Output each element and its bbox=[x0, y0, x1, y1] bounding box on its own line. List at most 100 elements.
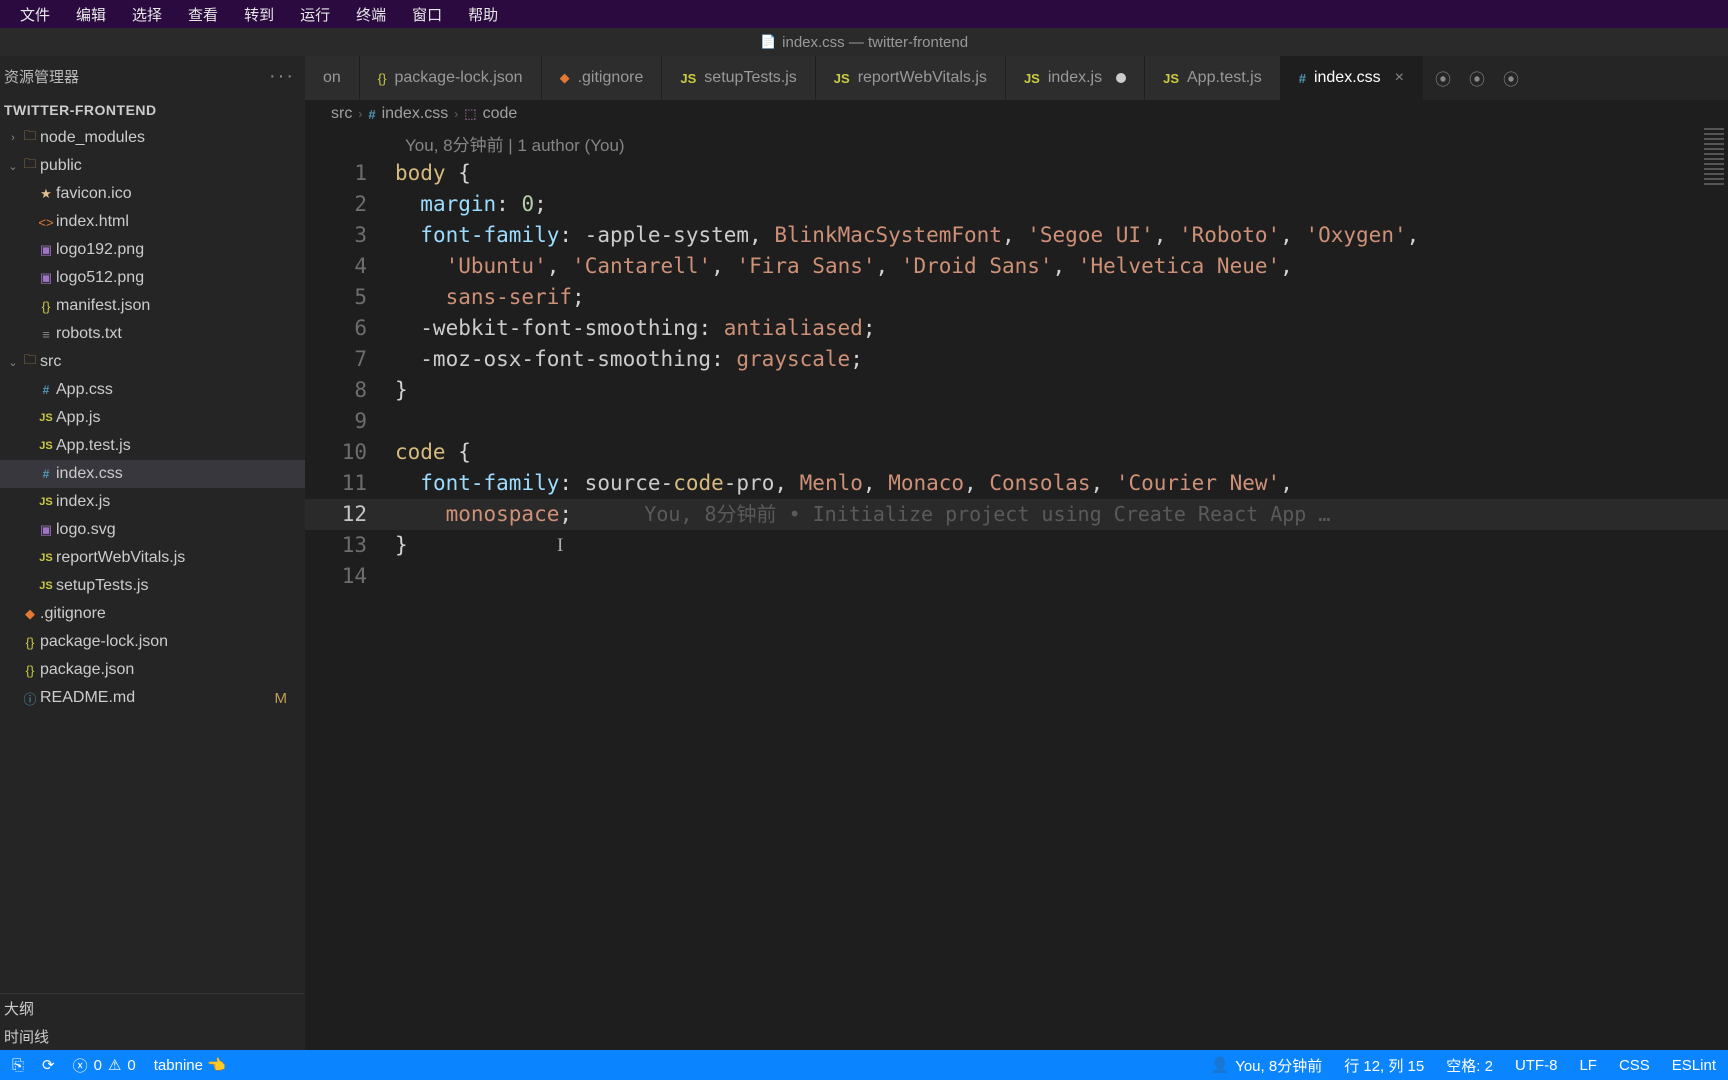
tree-item-app-test-js[interactable]: JSApp.test.js bbox=[0, 432, 305, 460]
tree-item-app-js[interactable]: JSApp.js bbox=[0, 404, 305, 432]
status-indent[interactable]: 空格: 2 bbox=[1446, 1055, 1493, 1076]
code-line[interactable]: 7 -moz-osx-font-smoothing: grayscale; bbox=[305, 344, 1728, 375]
code-line[interactable]: 1body { bbox=[305, 158, 1728, 189]
menu-view[interactable]: 查看 bbox=[176, 2, 230, 27]
code-line[interactable]: 14 bbox=[305, 561, 1728, 592]
code-line[interactable]: 5 sans-serif; bbox=[305, 282, 1728, 313]
code-line[interactable]: 8} bbox=[305, 375, 1728, 406]
tree-item-logo-svg[interactable]: ▣logo.svg bbox=[0, 516, 305, 544]
code-content[interactable]: monospace; You, 8分钟前 • Initialize projec… bbox=[395, 499, 1728, 530]
crumb-symbol[interactable]: code bbox=[483, 105, 518, 123]
code-content[interactable]: sans-serif; bbox=[395, 282, 1728, 313]
code-line[interactable]: 13}I bbox=[305, 530, 1728, 561]
menu-edit[interactable]: 编辑 bbox=[64, 2, 118, 27]
crumb-file[interactable]: index.css bbox=[382, 105, 449, 123]
status-remote[interactable]: ⎘ bbox=[12, 1057, 24, 1074]
person-icon: 👤 bbox=[1211, 1056, 1230, 1074]
crumb-src[interactable]: src bbox=[331, 105, 352, 123]
status-eslint[interactable]: ESLint bbox=[1672, 1057, 1716, 1074]
tree-item-readme-md[interactable]: ⓘREADME.mdM bbox=[0, 684, 305, 712]
tree-item-app-css[interactable]: #App.css bbox=[0, 376, 305, 404]
code-content[interactable]: }I bbox=[395, 530, 1728, 561]
outline-section[interactable]: 大纲 bbox=[0, 994, 305, 1022]
code-line[interactable]: 3 font-family: -apple-system, BlinkMacSy… bbox=[305, 220, 1728, 251]
tree-item-src[interactable]: ⌄🗀src bbox=[0, 348, 305, 376]
project-name[interactable]: TWITTER-FRONTEND bbox=[0, 96, 305, 124]
tab-setuptests-js[interactable]: JSsetupTests.js bbox=[662, 56, 815, 100]
code-content[interactable]: font-family: -apple-system, BlinkMacSyst… bbox=[395, 220, 1728, 251]
tree-item-reportwebvitals-js[interactable]: JSreportWebVitals.js bbox=[0, 544, 305, 572]
status-eol[interactable]: LF bbox=[1579, 1057, 1597, 1074]
txt-icon: ≡ bbox=[36, 327, 56, 342]
code-line[interactable]: 2 margin: 0; bbox=[305, 189, 1728, 220]
gitlens-action-icon[interactable]: ⦿ bbox=[1469, 66, 1485, 90]
code-content[interactable]: font-family: source-code-pro, Menlo, Mon… bbox=[395, 468, 1728, 499]
tree-item-node-modules[interactable]: ›🗀node_modules bbox=[0, 124, 305, 152]
gitlens-action-icon[interactable]: ⦿ bbox=[1435, 66, 1451, 90]
tab-package-lock-json[interactable]: {}package-lock.json bbox=[360, 56, 542, 100]
code-line[interactable]: 10code { bbox=[305, 437, 1728, 468]
gitlens-header[interactable]: You, 8分钟前 | 1 author (You) bbox=[305, 128, 1728, 158]
menu-help[interactable]: 帮助 bbox=[456, 2, 510, 27]
status-blame[interactable]: 👤 You, 8分钟前 bbox=[1211, 1055, 1323, 1076]
menu-selection[interactable]: 选择 bbox=[120, 2, 174, 27]
code-line[interactable]: 12 monospace; You, 8分钟前 • Initialize pro… bbox=[305, 499, 1728, 530]
close-icon[interactable]: × bbox=[1395, 69, 1404, 87]
code-editor[interactable]: 1body {2 margin: 0;3 font-family: -apple… bbox=[305, 158, 1728, 592]
tree-item-index-css[interactable]: #index.css bbox=[0, 460, 305, 488]
tree-item-favicon-ico[interactable]: ★favicon.ico bbox=[0, 180, 305, 208]
menu-file[interactable]: 文件 bbox=[8, 2, 62, 27]
code-content[interactable] bbox=[395, 406, 1728, 437]
code-content[interactable]: code { bbox=[395, 437, 1728, 468]
code-content[interactable]: } bbox=[395, 375, 1728, 406]
breadcrumb[interactable]: src › # index.css › ⬚ code bbox=[305, 100, 1728, 128]
tab-app-test-js[interactable]: JSApp.test.js bbox=[1145, 56, 1281, 100]
menu-window[interactable]: 窗口 bbox=[400, 2, 454, 27]
tree-item-package-json[interactable]: {}package.json bbox=[0, 656, 305, 684]
tab-index-css[interactable]: #index.css× bbox=[1281, 56, 1423, 100]
tree-item-setuptests-js[interactable]: JSsetupTests.js bbox=[0, 572, 305, 600]
tree-item-package-lock-json[interactable]: {}package-lock.json bbox=[0, 628, 305, 656]
tree-item-index-js[interactable]: JSindex.js bbox=[0, 488, 305, 516]
tree-item--gitignore[interactable]: ◆.gitignore bbox=[0, 600, 305, 628]
code-line[interactable]: 6 -webkit-font-smoothing: antialiased; bbox=[305, 313, 1728, 344]
tree-item-public[interactable]: ⌄🗀public bbox=[0, 152, 305, 180]
code-line[interactable]: 11 font-family: source-code-pro, Menlo, … bbox=[305, 468, 1728, 499]
folder-icon: 🗀 bbox=[20, 127, 40, 149]
minimap[interactable] bbox=[1704, 128, 1724, 188]
tree-item-label: index.css bbox=[56, 465, 123, 483]
explorer-actions-icon[interactable]: ··· bbox=[269, 65, 295, 88]
chevron-icon: ⌄ bbox=[6, 160, 20, 173]
tab-reportwebvitals-js[interactable]: JSreportWebVitals.js bbox=[816, 56, 1006, 100]
code-content[interactable]: 'Ubuntu', 'Cantarell', 'Fira Sans', 'Dro… bbox=[395, 251, 1728, 282]
tab-on[interactable]: on bbox=[305, 56, 360, 100]
tab-label: index.css bbox=[1314, 69, 1381, 87]
menu-terminal[interactable]: 终端 bbox=[344, 2, 398, 27]
tree-item-robots-txt[interactable]: ≡robots.txt bbox=[0, 320, 305, 348]
tab--gitignore[interactable]: ◆.gitignore bbox=[542, 56, 663, 100]
tree-item-index-html[interactable]: <>index.html bbox=[0, 208, 305, 236]
status-sync[interactable]: ⟳ bbox=[42, 1056, 55, 1074]
status-language[interactable]: CSS bbox=[1619, 1057, 1650, 1074]
code-content[interactable] bbox=[395, 561, 1728, 592]
tree-item-logo192-png[interactable]: ▣logo192.png bbox=[0, 236, 305, 264]
code-line[interactable]: 9 bbox=[305, 406, 1728, 437]
tab-index-js[interactable]: JSindex.js bbox=[1006, 56, 1145, 100]
code-content[interactable]: -webkit-font-smoothing: antialiased; bbox=[395, 313, 1728, 344]
code-content[interactable]: -moz-osx-font-smoothing: grayscale; bbox=[395, 344, 1728, 375]
tab-file-icon: JS bbox=[834, 71, 850, 86]
tree-item-logo512-png[interactable]: ▣logo512.png bbox=[0, 264, 305, 292]
menu-run[interactable]: 运行 bbox=[288, 2, 342, 27]
code-content[interactable]: body { bbox=[395, 158, 1728, 189]
code-line[interactable]: 4 'Ubuntu', 'Cantarell', 'Fira Sans', 'D… bbox=[305, 251, 1728, 282]
status-encoding[interactable]: UTF-8 bbox=[1515, 1057, 1558, 1074]
status-cursor[interactable]: 行 12, 列 15 bbox=[1344, 1055, 1424, 1076]
timeline-section[interactable]: 时间线 bbox=[0, 1022, 305, 1050]
status-tabnine[interactable]: tabnine 👈 bbox=[154, 1056, 226, 1074]
code-content[interactable]: margin: 0; bbox=[395, 189, 1728, 220]
menu-go[interactable]: 转到 bbox=[232, 2, 286, 27]
tree-item-manifest-json[interactable]: {}manifest.json bbox=[0, 292, 305, 320]
tree-item-label: public bbox=[40, 157, 82, 175]
gitlens-action-icon[interactable]: ⦿ bbox=[1503, 66, 1519, 90]
status-errors[interactable]: ⓧ 0 ⚠ 0 bbox=[73, 1055, 136, 1076]
